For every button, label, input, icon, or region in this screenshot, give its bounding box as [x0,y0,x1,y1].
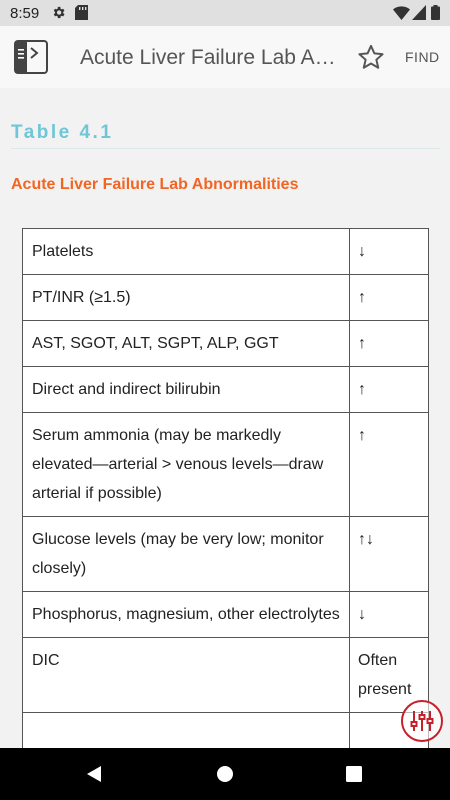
row-parameter: AST, SGOT, ALT, SGPT, ALP, GGT [21,320,351,367]
status-time: 8:59 [10,5,40,22]
wifi-icon [393,6,410,20]
battery-icon [431,5,440,20]
table-row: Glucose levels (may be very low; monitor… [21,516,429,592]
settings-fab[interactable] [401,700,443,742]
row-change: ↑ [349,412,429,517]
sliders-settings-icon [410,711,434,731]
row-change: ↓ [349,591,429,638]
row-change: ↑ [349,366,429,413]
row-parameter: Platelets [21,228,351,275]
table-row: Serum ammonia (may be markedly elevated—… [21,412,429,517]
row-parameter: Glucose levels (may be very low; monitor… [21,516,351,592]
row-parameter [21,712,351,748]
row-parameter: Phosphorus, magnesium, other electrolyte… [21,591,351,638]
divider [11,148,440,149]
table-row: Direct and indirect bilirubin ↑ [21,366,429,413]
gear-icon [53,6,65,19]
table-number-label: Table 4.1 [11,122,114,143]
table-row [21,712,429,748]
navigation-bar [0,748,450,800]
table-row: AST, SGOT, ALT, SGPT, ALP, GGT ↑ [21,320,429,367]
star-icon[interactable] [357,43,385,71]
app-bar: Acute Liver Failure Lab Abnormalities FI… [0,26,450,88]
book-toc-icon[interactable] [14,40,48,74]
table-row: PT/INR (≥1.5) ↑ [21,274,429,321]
table-row: DIC Often present [21,637,429,713]
page-title: Acute Liver Failure Lab Abnormalities [80,46,342,69]
back-icon[interactable] [85,765,103,783]
row-change: ↑ [349,320,429,367]
row-parameter: Serum ammonia (may be markedly elevated—… [21,412,351,517]
row-change: ↑ [349,274,429,321]
row-parameter: Direct and indirect bilirubin [21,366,351,413]
content-area[interactable]: Table 4.1 Acute Liver Failure Lab Abnorm… [0,88,450,748]
table-caption: Acute Liver Failure Lab Abnormalities [11,176,299,193]
sd-card-icon [75,5,88,20]
table-row: Phosphorus, magnesium, other electrolyte… [21,591,429,638]
row-parameter: DIC [21,637,351,713]
row-parameter: PT/INR (≥1.5) [21,274,351,321]
home-icon[interactable] [216,765,234,783]
find-button[interactable]: FIND [405,49,440,65]
row-change: ↑↓ [349,516,429,592]
cellular-signal-icon [412,5,426,20]
recents-icon[interactable] [346,766,362,782]
row-change: ↓ [349,228,429,275]
lab-abnormalities-table: Platelets ↓ PT/INR (≥1.5) ↑ AST, SGOT, A… [21,228,429,748]
status-bar: 8:59 [0,0,450,26]
table-row: Platelets ↓ [21,228,429,275]
